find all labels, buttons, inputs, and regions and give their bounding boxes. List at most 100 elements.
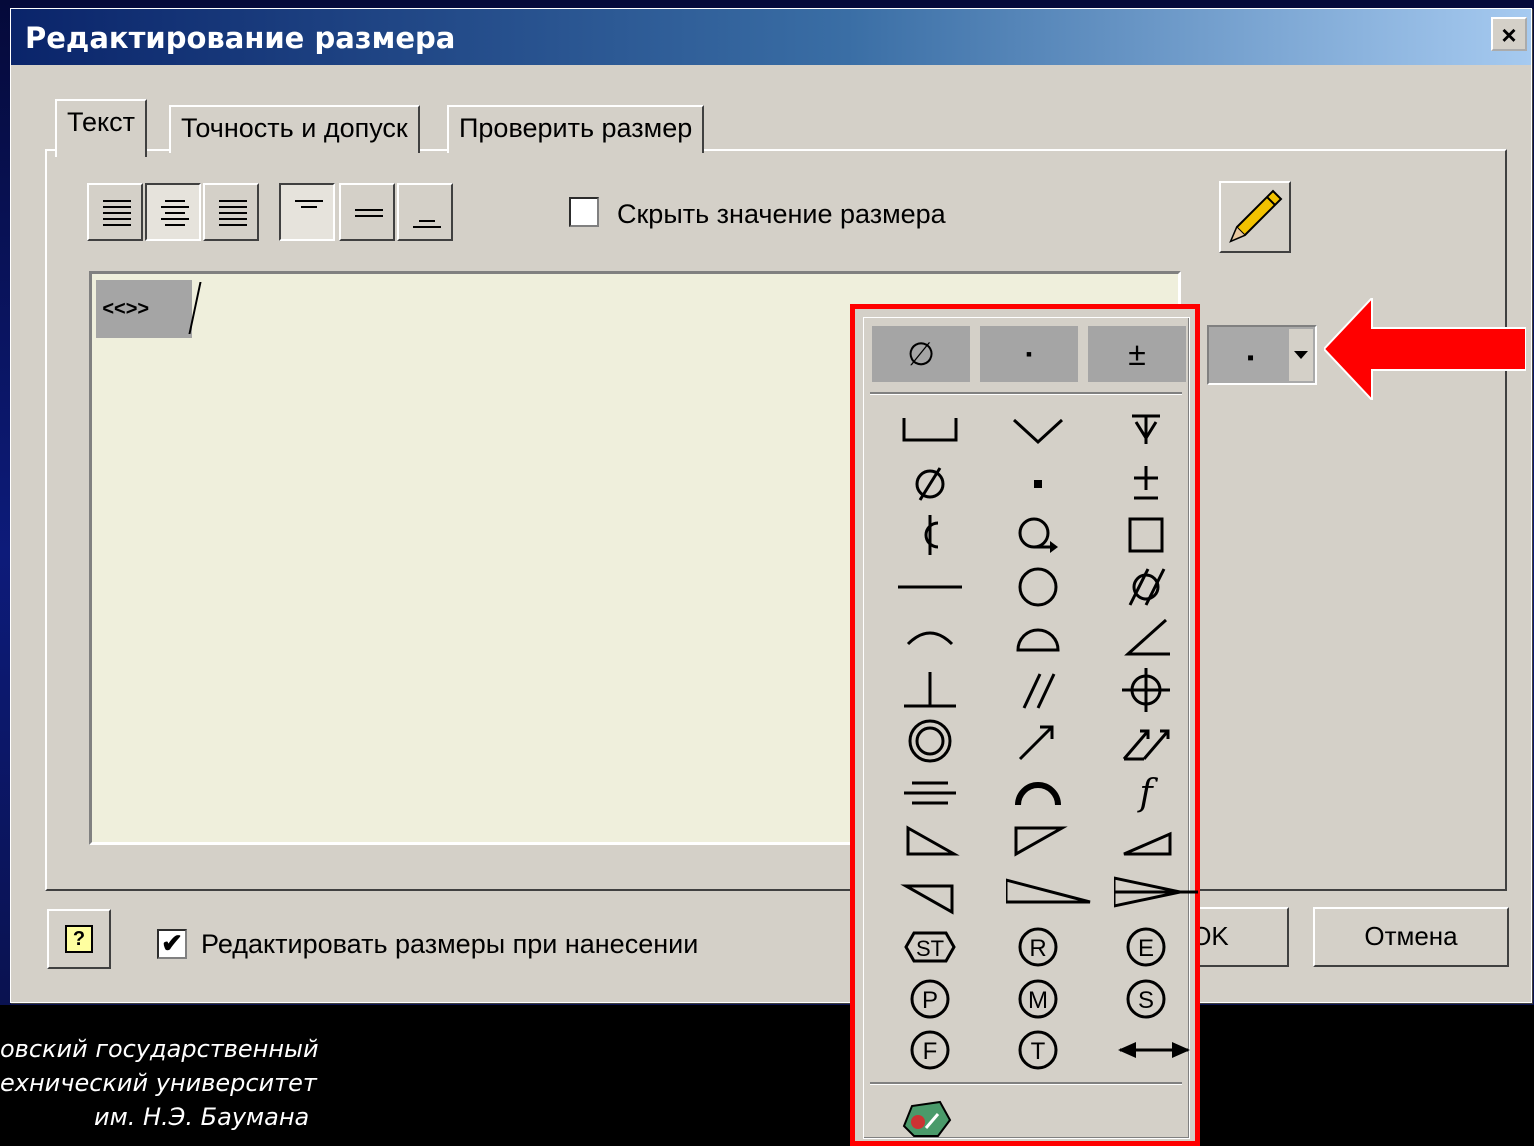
- symbol-cell[interactable]: [1100, 408, 1200, 458]
- symbol-cell[interactable]: ST: [884, 923, 984, 973]
- symbol-cell[interactable]: [992, 717, 1092, 767]
- symbol-palette: ∅ ▪ ± f ST R E P M S F T: [863, 317, 1198, 1139]
- svg-text:R: R: [1029, 935, 1046, 962]
- recent-symbol-1[interactable]: ∅: [872, 326, 970, 382]
- recent-symbol-2[interactable]: ▪: [980, 326, 1078, 382]
- custom-symbol-button[interactable]: [884, 1096, 984, 1146]
- taper-left-icon: [900, 884, 954, 915]
- taper-long-icon: [1006, 877, 1091, 903]
- conical-taper-icon: [1114, 875, 1198, 908]
- align-right-button[interactable]: [203, 183, 259, 241]
- circular-runout-icon: [1018, 517, 1058, 553]
- symbol-cell[interactable]: T: [992, 1026, 1092, 1076]
- symbol-cell[interactable]: [992, 614, 1092, 664]
- hide-value-checkbox[interactable]: [569, 197, 599, 227]
- concentricity-icon: [908, 719, 952, 763]
- plus-minus-icon: [1134, 465, 1158, 499]
- symbol-cell[interactable]: [1100, 666, 1200, 716]
- tab-check-dimension[interactable]: Проверить размер: [447, 105, 705, 153]
- symbol-cell[interactable]: [1100, 563, 1200, 613]
- square-dot-icon: ▪: [1025, 344, 1033, 364]
- symbol-cell[interactable]: [1100, 820, 1200, 870]
- symbol-cell[interactable]: [992, 820, 1092, 870]
- tab-text[interactable]: Текст: [55, 99, 147, 157]
- align-center-icon: [161, 200, 189, 226]
- square-dot-icon: [1034, 479, 1042, 488]
- symbol-cell[interactable]: S: [1100, 975, 1200, 1025]
- regardless-icon: R: [1018, 927, 1058, 967]
- symbol-cell[interactable]: [884, 408, 984, 458]
- edit-text-button[interactable]: [1219, 181, 1291, 253]
- slope-right-icon: [906, 825, 960, 856]
- total-runout-icon: [1122, 729, 1170, 761]
- function-icon: f: [1136, 773, 1158, 814]
- svg-text:ST: ST: [916, 936, 944, 961]
- symbol-dropdown[interactable]: ▪: [1207, 325, 1317, 385]
- symbol-cell[interactable]: R: [992, 923, 1092, 973]
- symbol-cell[interactable]: [1100, 872, 1200, 922]
- symbol-cell[interactable]: [992, 666, 1092, 716]
- symbol-cell[interactable]: [884, 460, 984, 510]
- projected-zone-icon: P: [910, 979, 950, 1018]
- symbol-cell[interactable]: [1100, 717, 1200, 767]
- tangent-plane-icon: T: [1018, 1030, 1058, 1070]
- help-button[interactable]: ?: [47, 909, 111, 969]
- taper-small-icon: [1123, 831, 1172, 856]
- close-button[interactable]: ×: [1491, 17, 1527, 51]
- symbol-cell[interactable]: [884, 666, 984, 716]
- profile-line-icon: [1015, 781, 1061, 805]
- symbol-cell[interactable]: [1100, 614, 1200, 664]
- valign-top-button[interactable]: [279, 183, 335, 241]
- cancel-button[interactable]: Отмена: [1313, 907, 1509, 967]
- symbol-cell[interactable]: [884, 872, 984, 922]
- footer-line-2: ехнический университет: [0, 1069, 317, 1097]
- symbol-cell[interactable]: M: [992, 975, 1092, 1025]
- symbol-palette-popup: ∅ ▪ ± f ST R E P M S F T: [850, 304, 1200, 1146]
- valign-middle-button[interactable]: [339, 183, 395, 241]
- perpendicularity-icon: [904, 671, 956, 707]
- tab-precision-tolerance[interactable]: Точность и допуск: [169, 105, 420, 153]
- chevron-down-icon[interactable]: [1289, 329, 1313, 381]
- symbol-cell[interactable]: [992, 769, 1092, 819]
- dimension-value-token[interactable]: <<>>: [96, 280, 192, 338]
- edit-on-place-label: Редактировать размеры при нанесении: [201, 929, 699, 959]
- position-icon: [1122, 667, 1170, 712]
- svg-text:F: F: [923, 1038, 938, 1065]
- align-center-button[interactable]: [145, 183, 201, 241]
- symbol-cell[interactable]: [884, 717, 984, 767]
- edit-on-place-checkbox[interactable]: ✔: [157, 929, 187, 959]
- arc-length-icon: [906, 631, 954, 646]
- symbol-cell[interactable]: [1100, 1026, 1200, 1076]
- symmetry-icon: [904, 781, 956, 804]
- symbol-cell[interactable]: [992, 563, 1092, 613]
- dialog-title: Редактирование размера: [25, 21, 456, 55]
- symbol-cell[interactable]: [992, 511, 1092, 561]
- diameter-icon: [915, 466, 945, 501]
- symbol-cell[interactable]: [1100, 460, 1200, 510]
- symbol-cell[interactable]: [884, 511, 984, 561]
- symbol-cell[interactable]: [1100, 511, 1200, 561]
- recent-symbol-3[interactable]: ±: [1088, 326, 1186, 382]
- title-bar[interactable]: Редактирование размера ×: [11, 9, 1531, 65]
- separator: [870, 392, 1182, 395]
- symbol-cell[interactable]: E: [1100, 923, 1200, 973]
- symbol-cell[interactable]: P: [884, 975, 984, 1025]
- symbol-cell[interactable]: [884, 563, 984, 613]
- symbol-cell[interactable]: [884, 769, 984, 819]
- angularity-icon: [1124, 618, 1170, 656]
- statistical-icon: ST: [904, 931, 956, 963]
- valign-bottom-button[interactable]: [397, 183, 453, 241]
- align-left-button[interactable]: [87, 183, 143, 241]
- symbol-dropdown-value: ▪: [1247, 347, 1255, 369]
- svg-text:T: T: [1031, 1038, 1046, 1065]
- symbol-cell[interactable]: f: [1100, 769, 1200, 819]
- symbol-cell[interactable]: [992, 872, 1092, 922]
- red-pointer-arrow: [1324, 298, 1526, 400]
- footer-line-3: им. Н.Э. Баумана: [94, 1103, 310, 1131]
- symbol-cell[interactable]: F: [884, 1026, 984, 1076]
- symbol-cell[interactable]: [884, 820, 984, 870]
- envelope-icon: E: [1126, 927, 1166, 967]
- symbol-cell[interactable]: [992, 460, 1092, 510]
- symbol-cell[interactable]: [992, 408, 1092, 458]
- symbol-cell[interactable]: [884, 614, 984, 664]
